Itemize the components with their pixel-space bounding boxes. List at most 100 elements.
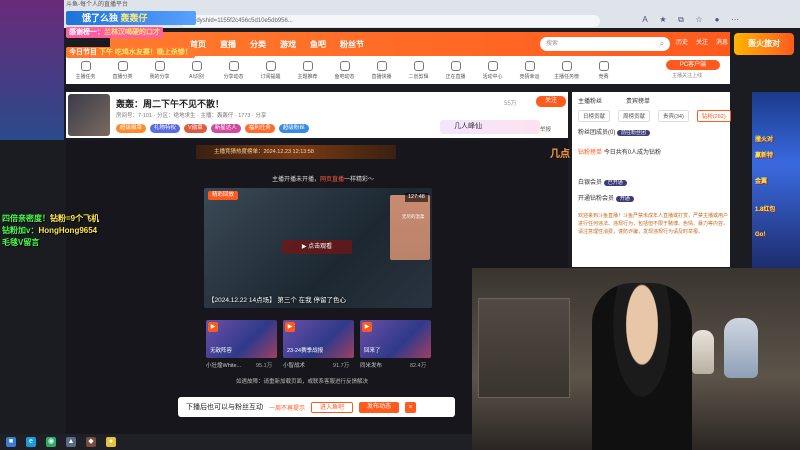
category-item[interactable]: AI识别 xyxy=(179,56,214,84)
app-icon[interactable]: ◆ xyxy=(86,437,96,447)
clip-title[interactable]: 小智战术 xyxy=(283,361,305,369)
messages-link[interactable]: 消息 xyxy=(716,37,728,46)
edge-icon[interactable]: e xyxy=(26,437,36,447)
clip-views: 91.7万 xyxy=(333,363,350,369)
tab-fans[interactable]: 主播粉丝 xyxy=(578,96,602,105)
nav-live[interactable]: 直播 xyxy=(220,39,236,50)
bookmark-icon[interactable]: ☆ xyxy=(694,15,704,27)
fan-row-action[interactable]: 前往粉丝团 xyxy=(617,130,651,136)
category-item[interactable]: 订阅提醒 xyxy=(253,56,288,84)
search-icon[interactable]: ⌕ xyxy=(656,38,668,50)
badge[interactable]: 新星达人 xyxy=(210,124,241,133)
notice-text: 欢迎来到斗鱼直播！斗鱼严禁未成年人直播或打赏，严禁主播或用户进行任何违法、违规行… xyxy=(578,213,729,235)
category-item[interactable]: 竞赛 xyxy=(586,56,621,84)
play-button[interactable]: ▶ 点击观看 xyxy=(282,240,352,254)
avatar[interactable] xyxy=(68,94,110,136)
fan-row: 开通钻粉会员 开通 xyxy=(578,192,634,206)
overlay-schedule: 今日节目 下午 吃鸡水友赛！晚上杀惨！ xyxy=(66,47,195,58)
category-item[interactable]: 鱼吧动态 xyxy=(327,56,362,84)
video-duration: 127:48 xyxy=(405,193,428,202)
badge-row: 超级徽章 礼物特权 V勋章 新星达人 福利任务 超级粉丝 xyxy=(116,124,309,133)
browser-tab-title[interactable]: 斗鱼-每个人的直播平台 xyxy=(60,0,200,10)
category-item[interactable]: 正在直播 xyxy=(438,56,473,84)
windows-start-icon[interactable]: ■ xyxy=(6,437,16,447)
header-right: 历史 关注 消息 xyxy=(676,37,728,46)
url-bar[interactable]: 45.dyshid=1155f2c456c5d10e5db956... xyxy=(180,15,600,27)
tab-weekly[interactable]: 周榜贡献 xyxy=(618,110,651,122)
follow-button[interactable]: 关注 xyxy=(536,96,566,107)
overlay-note: 毛毯V留言 xyxy=(2,238,40,247)
category-item[interactable]: 直播快播 xyxy=(364,56,399,84)
follower-count: 55万 xyxy=(504,101,517,107)
fan-rank-tabs: 日榜贡献 周榜贡献 贵宾(34) 钻粉(282) xyxy=(578,110,731,122)
star-icon[interactable]: ★ xyxy=(658,15,668,27)
badge[interactable]: 礼物特权 xyxy=(150,124,181,133)
close-icon[interactable]: × xyxy=(405,401,417,413)
category-icon xyxy=(450,60,461,71)
nav-category[interactable]: 分类 xyxy=(250,39,266,50)
menu-icon[interactable]: ⋯ xyxy=(730,15,740,27)
fan-row: 白银会员 已开通 xyxy=(578,176,627,190)
badge[interactable]: V勋章 xyxy=(184,124,207,133)
category-item[interactable]: 主播任务 xyxy=(68,56,103,84)
tab-vip-count[interactable]: 贵宾(34) xyxy=(658,110,689,122)
event-logo: 轰火旅对 xyxy=(734,33,794,55)
tab-daily[interactable]: 日榜贡献 xyxy=(578,110,611,122)
wechat-icon[interactable]: ◉ xyxy=(46,437,56,447)
badge[interactable]: 超级粉丝 xyxy=(278,124,309,133)
category-item[interactable]: 活动中心 xyxy=(475,56,510,84)
gift-banner[interactable]: 几人峰仙 xyxy=(440,120,540,134)
video-caption: 【2024.12.22 14点场】 第三个 在我 停留了色心 xyxy=(208,297,346,304)
fan-row-action[interactable]: 开通 xyxy=(615,196,634,202)
taskbar: ■ e ◉ ▲ ◆ ● xyxy=(0,434,472,450)
app-icon[interactable]: ▲ xyxy=(66,437,76,447)
overlay-note: 钻粉加v：HongHong9654 xyxy=(2,226,98,235)
search-input[interactable]: 搜索 xyxy=(540,37,670,51)
category-icon xyxy=(80,60,91,71)
category-item[interactable]: 我的分享 xyxy=(142,56,177,84)
overlay-thanks: 感谢榜一：兰林汉喝硬的口才 xyxy=(66,27,163,38)
profile-icon[interactable]: ● xyxy=(712,15,722,27)
corner-label: 几点 xyxy=(550,149,570,160)
category-item[interactable]: 主题推荐 xyxy=(290,56,325,84)
category-icon xyxy=(191,60,202,71)
nav-games[interactable]: 游戏 xyxy=(280,39,296,50)
clip-overlay-text: 23-24赛季战报 xyxy=(287,348,324,354)
extensions-icon[interactable]: ⧉ xyxy=(676,15,686,27)
category-item[interactable]: 直播分类 xyxy=(105,56,140,84)
category-item[interactable]: 分享动态 xyxy=(216,56,251,84)
category-item[interactable]: 主播任务榜 xyxy=(549,56,584,84)
category-icon xyxy=(376,60,387,71)
fan-row-action[interactable]: 已开通 xyxy=(603,180,627,186)
category-item[interactable]: 二创剪辑 xyxy=(401,56,436,84)
dont-show-link[interactable]: 一周不再提示 xyxy=(269,403,305,412)
pc-client-button[interactable]: PC客户端 xyxy=(666,60,720,70)
clip-title[interactable]: 小壮煌White... xyxy=(206,361,241,369)
category-item[interactable]: 竞猜幸运 xyxy=(512,56,547,84)
translate-icon[interactable]: A xyxy=(640,15,650,27)
clip-title[interactable]: 同米发布 xyxy=(360,361,382,369)
report-link[interactable]: 举报 xyxy=(540,125,551,133)
chrome-icon[interactable]: ● xyxy=(106,437,116,447)
webcam-figure xyxy=(692,330,714,374)
clip-views: 95.1万 xyxy=(256,363,273,369)
overlay-note: 四倍亲密度！钻粉=9个飞机 xyxy=(2,214,100,223)
enter-yuba-button[interactable]: 进入鱼吧 xyxy=(311,401,354,413)
tab-vip[interactable]: 贵宾榜单 xyxy=(626,96,650,105)
post-update-button[interactable]: 发布动态 xyxy=(359,401,400,413)
event-label: Go! xyxy=(755,232,766,238)
category-icon xyxy=(265,60,276,71)
fan-row: 粉丝团成员(0) 前往粉丝团 xyxy=(578,126,651,140)
category-row: 主播任务 直播分类 我的分享 AI识别 分享动态 订阅提醒 主题推荐 鱼吧动态 … xyxy=(66,56,730,84)
fav-link[interactable]: 主播关注上线 xyxy=(672,72,702,79)
nav-yuba[interactable]: 鱼吧 xyxy=(310,39,326,50)
category-icon xyxy=(524,60,535,71)
event-label: 撞火对 xyxy=(755,137,774,143)
badge[interactable]: 福利任务 xyxy=(244,124,275,133)
tab-diamond[interactable]: 钻粉(282) xyxy=(696,110,731,122)
badge[interactable]: 超级徽章 xyxy=(116,124,147,133)
history-link[interactable]: 历史 xyxy=(676,37,688,46)
follow-link[interactable]: 关注 xyxy=(696,37,708,46)
category-icon xyxy=(228,60,239,71)
nav-fan-festival[interactable]: 粉丝节 xyxy=(340,39,364,50)
